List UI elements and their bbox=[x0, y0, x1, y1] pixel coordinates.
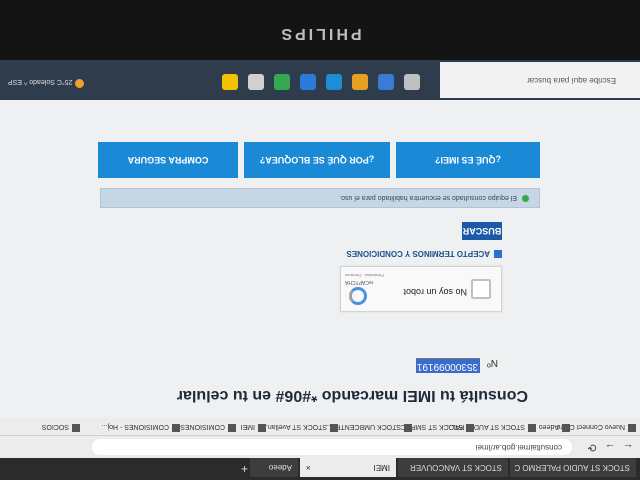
status-message: El equipo consultado se encuentra habili… bbox=[100, 188, 540, 208]
page-title: Consultá tu IMEI marcando *#06# en tu ce… bbox=[176, 387, 528, 404]
bookmark-comisiones[interactable]: COMISIONES bbox=[180, 423, 236, 432]
monitor-brand: PHILIPS bbox=[278, 25, 362, 42]
sun-icon bbox=[75, 79, 85, 88]
tab-imei[interactable]: IMEI × bbox=[300, 458, 396, 477]
folder-icon[interactable] bbox=[352, 74, 368, 90]
why-blocked-button[interactable]: ¿POR QUÉ SE BLOQUEA? bbox=[244, 142, 390, 178]
bookmark-icon bbox=[528, 424, 536, 432]
search-button[interactable]: BUSCAR bbox=[462, 222, 502, 240]
bookmark-icon bbox=[172, 424, 180, 432]
forward-icon[interactable]: → bbox=[602, 439, 618, 455]
terms-checkbox[interactable]: ACEPTO TERMINOS Y CONDICIONES bbox=[346, 249, 502, 258]
browser-screen: STOCK ST AUDIO PALERMO C× STOCK ST VANCO… bbox=[0, 60, 640, 480]
address-bar: ← → ⟳ consultaimei.gob.ar/imei bbox=[0, 435, 640, 458]
tab-stock-audio[interactable]: STOCK ST AUDIO PALERMO C× bbox=[510, 458, 636, 477]
recaptcha-widget: No soy un robot reCAPTCHA Privacidad - T… bbox=[340, 266, 502, 312]
recaptcha-checkbox[interactable] bbox=[471, 279, 491, 299]
tab-adeeo[interactable]: Adeeo bbox=[250, 458, 298, 477]
reload-icon[interactable]: ⟳ bbox=[584, 439, 600, 455]
recaptcha-brand: reCAPTCHA bbox=[345, 279, 374, 285]
task-view-icon[interactable] bbox=[404, 74, 420, 90]
check-icon bbox=[522, 195, 529, 202]
checkbox-checked-icon[interactable] bbox=[494, 250, 502, 258]
bookmark-icon bbox=[562, 424, 570, 432]
chrome-icon[interactable] bbox=[274, 74, 290, 90]
bookmark-icon bbox=[404, 424, 412, 432]
language-indicator[interactable]: ESP bbox=[8, 78, 22, 85]
bookmark-stock-avellaneda[interactable]: STOCK ST Avellan... bbox=[262, 423, 338, 432]
tab-bar: STOCK ST AUDIO PALERMO C× STOCK ST VANCO… bbox=[0, 458, 640, 480]
tab-stock-vancouver[interactable]: STOCK ST VANCOUVER× bbox=[398, 458, 508, 477]
windows-taskbar: Escribe aquí para buscar 25°C Soleado ^ … bbox=[0, 60, 640, 100]
bookmark-adeeo[interactable]: Adeeo bbox=[539, 423, 570, 432]
bookmark-icon bbox=[258, 424, 266, 432]
close-icon[interactable]: × bbox=[306, 458, 311, 477]
safe-purchase-button[interactable]: COMPRA SEGURA bbox=[98, 142, 238, 178]
imei-label: Nº bbox=[487, 357, 498, 368]
bookmark-socios[interactable]: SOCIOS bbox=[42, 423, 80, 432]
bookmark-icon bbox=[228, 424, 236, 432]
tab-label: IMEI bbox=[373, 463, 390, 472]
bookmarks-bar: Nuevo Connect Client Adeeo STOCK ST AUDI… bbox=[0, 417, 640, 435]
weather-text[interactable]: 25°C Soleado bbox=[29, 78, 72, 85]
recaptcha-icon bbox=[349, 287, 367, 305]
back-icon[interactable]: ← bbox=[620, 439, 636, 455]
chevron-up-icon[interactable]: ^ bbox=[22, 78, 27, 85]
edge-icon[interactable] bbox=[326, 74, 342, 90]
bookmark-icon bbox=[628, 424, 636, 432]
taskbar-search[interactable]: Escribe aquí para buscar bbox=[440, 62, 640, 98]
recaptcha-label: No soy un robot bbox=[403, 287, 467, 297]
new-tab-icon[interactable]: + bbox=[241, 461, 248, 477]
store-icon[interactable] bbox=[300, 74, 316, 90]
bookmark-comisiones-hoja[interactable]: COMISIONES - Hoj... bbox=[102, 423, 180, 432]
explorer-icon[interactable] bbox=[378, 74, 394, 90]
bookmark-icon bbox=[72, 424, 80, 432]
imei-input[interactable]: 35300099191 bbox=[416, 358, 480, 373]
rotated-photo-stage: STOCK ST AUDIO PALERMO C× STOCK ST VANCO… bbox=[0, 0, 640, 480]
what-is-imei-button[interactable]: ¿QUÉ ES IMEI? bbox=[396, 142, 540, 178]
bookmark-icon bbox=[466, 424, 474, 432]
tab-label: STOCK ST AUDIO PALERMO C bbox=[514, 463, 630, 472]
recaptcha-links[interactable]: Privacidad - Términos bbox=[345, 273, 384, 278]
bookmark-imei[interactable]: IMEI bbox=[241, 423, 266, 432]
app-icon[interactable] bbox=[248, 74, 264, 90]
bookmark-icon bbox=[330, 424, 338, 432]
status-text: El equipo consultado se encuentra habili… bbox=[339, 194, 517, 201]
sticky-notes-icon[interactable] bbox=[222, 74, 238, 90]
terms-label: ACEPTO TERMINOS Y CONDICIONES bbox=[346, 249, 490, 258]
tab-label: STOCK ST VANCOUVER bbox=[409, 463, 502, 472]
url-field[interactable]: consultaimei.gob.ar/imei bbox=[92, 439, 572, 455]
system-tray: 25°C Soleado ^ ESP bbox=[8, 78, 85, 88]
tab-label: Adeeo bbox=[268, 463, 292, 472]
